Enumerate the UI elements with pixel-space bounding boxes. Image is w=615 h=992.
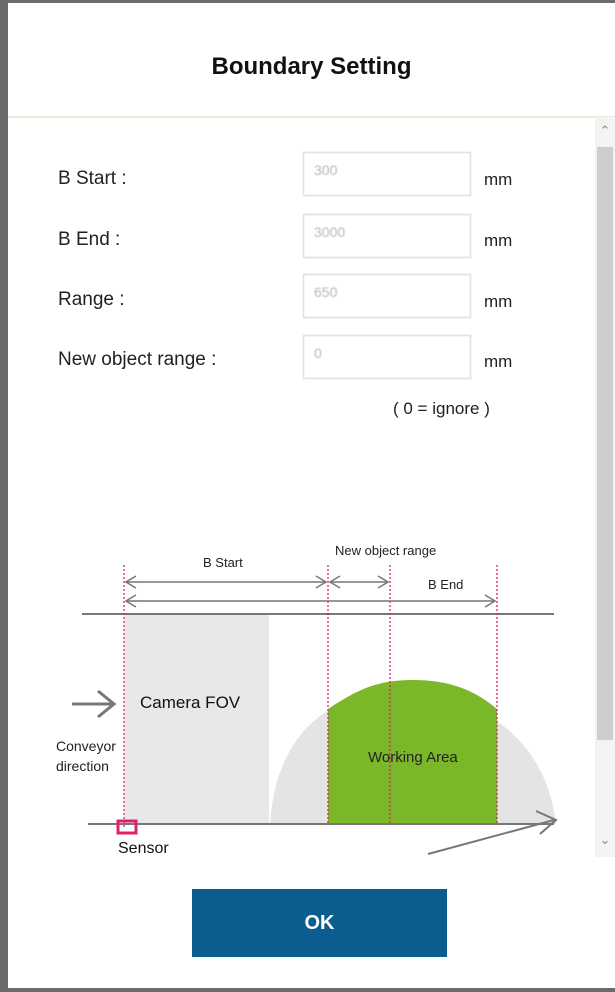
working-area-label: Working Area — [368, 749, 458, 766]
vertical-scrollbar[interactable]: ⌃ ⌄ — [595, 117, 615, 857]
dialog-header: Boundary Setting — [8, 3, 615, 118]
conveyor-label-2: direction — [56, 758, 109, 774]
dialog-title: Boundary Setting — [211, 53, 412, 80]
b-end-diagram-label: B End — [428, 577, 463, 592]
window-frame-bottom — [0, 988, 615, 992]
camera-fov-area — [124, 614, 269, 824]
exit-arrow-line — [427, 819, 555, 855]
settings-panel: B Start : 300 mm B End : 3000 mm Range :… — [8, 117, 595, 857]
scroll-down-icon[interactable]: ⌄ — [595, 832, 615, 848]
window-frame-left — [0, 0, 8, 992]
new-object-range-diagram-label: New object range — [335, 543, 436, 558]
ok-button[interactable]: OK — [192, 889, 447, 957]
b-start-diagram-label: B Start — [203, 555, 243, 570]
camera-fov-label: Camera FOV — [140, 693, 241, 712]
scroll-up-icon[interactable]: ⌃ — [595, 123, 615, 139]
boundary-diagram: B Start New object range B End Conveyor … — [56, 543, 558, 857]
scrollbar-thumb[interactable] — [597, 147, 613, 740]
sensor-label: Sensor — [118, 840, 169, 857]
conveyor-label-1: Conveyor — [56, 738, 116, 754]
